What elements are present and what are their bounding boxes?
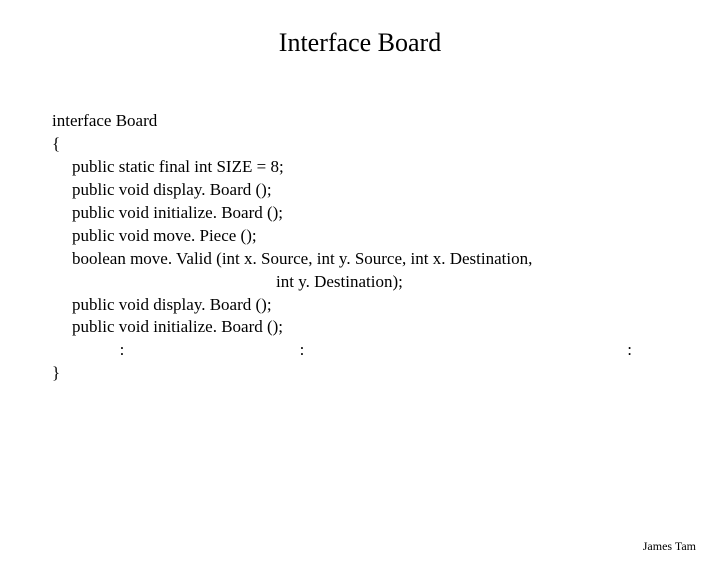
code-block: interface Board { public static final in… <box>52 110 720 385</box>
code-line: public void move. Piece (); <box>72 225 720 248</box>
author-footer: James Tam <box>643 539 696 554</box>
code-line: int y. Destination); <box>72 271 720 294</box>
ellipsis-dot: : <box>72 339 172 362</box>
code-open-brace: { <box>52 133 720 156</box>
ellipsis-row: : : : <box>72 339 632 362</box>
code-close-brace: } <box>52 362 720 385</box>
code-line: public static final int SIZE = 8; <box>72 156 720 179</box>
slide-title: Interface Board <box>0 28 720 58</box>
code-line: interface Board <box>52 110 720 133</box>
code-line: public void display. Board (); <box>72 294 720 317</box>
code-line: public void initialize. Board (); <box>72 202 720 225</box>
code-line: boolean move. Valid (int x. Source, int … <box>72 248 720 271</box>
code-line: public void initialize. Board (); <box>72 316 720 339</box>
ellipsis-dot: : <box>432 339 632 362</box>
ellipsis-dot: : <box>172 339 432 362</box>
code-line: public void display. Board (); <box>72 179 720 202</box>
